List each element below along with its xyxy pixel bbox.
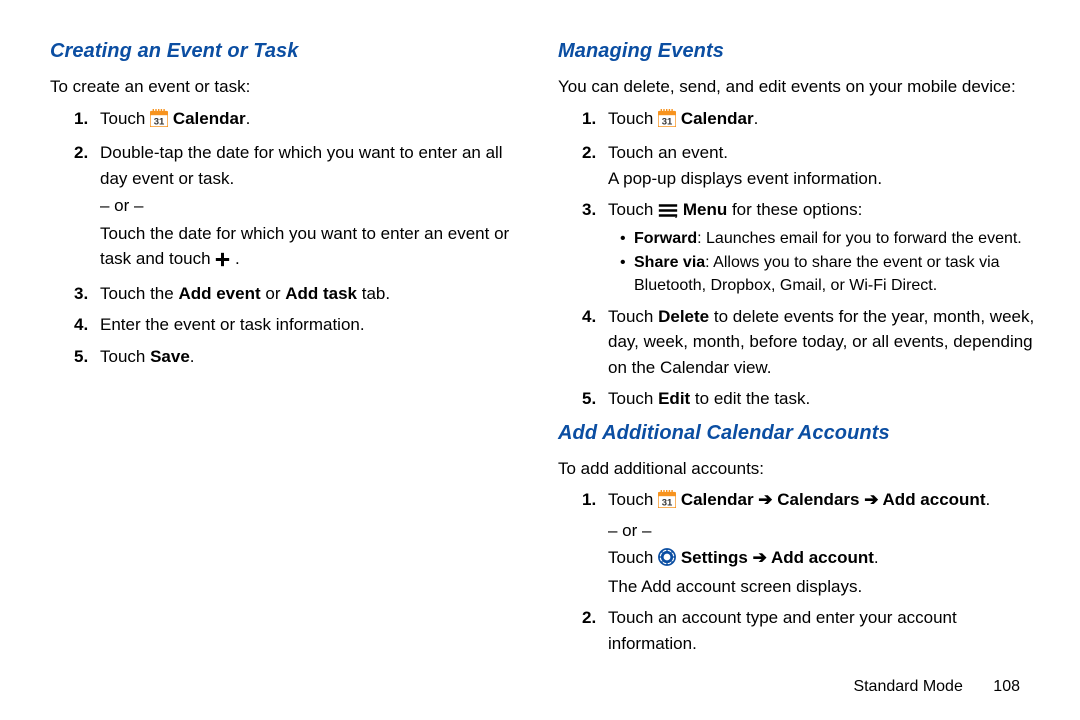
right-step-3: 3. Touch Menu for these options: Forward… (582, 197, 1040, 298)
save-label: Save (150, 347, 190, 366)
settings-icon (658, 548, 676, 574)
text: Touch (608, 389, 658, 408)
or-separator: – or – (100, 193, 532, 219)
delete-label: Delete (658, 307, 709, 326)
intro-right-1: You can delete, send, and edit events on… (558, 74, 1040, 100)
text: Enter the event or task information. (100, 315, 365, 334)
text: Touch an account type and enter your acc… (608, 608, 957, 653)
text: Touch (608, 490, 658, 509)
right-step-1: 1. Touch Calendar. (582, 106, 1040, 135)
right-column: Managing Events You can delete, send, an… (552, 36, 1040, 720)
add-event-label: Add event (178, 284, 260, 303)
step-number: 3. (582, 197, 596, 223)
text: Touch (608, 200, 658, 219)
calendar-icon (658, 109, 676, 135)
calendar-icon (150, 109, 168, 135)
add-task-label: Add task (285, 284, 357, 303)
text: Touch the (100, 284, 178, 303)
left-column: Creating an Event or Task To create an e… (50, 36, 552, 720)
intro-left: To create an event or task: (50, 74, 532, 100)
text: . (754, 109, 759, 128)
text: Touch (608, 109, 658, 128)
text: Touch (608, 548, 658, 567)
heading-managing: Managing Events (558, 36, 1040, 66)
calendar-label: Calendar (681, 109, 754, 128)
text: Touch the date for which you want to ent… (100, 224, 509, 269)
forward-label: Forward (634, 230, 697, 247)
left-step-4: 4. Enter the event or task information. (74, 312, 532, 338)
text: Touch an event. (608, 143, 728, 162)
step-number: 1. (582, 487, 596, 513)
accounts-step-1: 1. Touch Calendar ➔ Calendars ➔ Add acco… (582, 487, 1040, 599)
step-number: 5. (74, 344, 88, 370)
step-number: 1. (582, 106, 596, 132)
text: . (235, 249, 240, 268)
text: . (985, 490, 990, 509)
calendar-icon (658, 490, 676, 516)
menu-label: Menu (683, 200, 727, 219)
right-step-5: 5. Touch Edit to edit the task. (582, 386, 1040, 412)
heading-add-accounts: Add Additional Calendar Accounts (558, 418, 1040, 448)
step-number: 2. (582, 605, 596, 631)
step-number: 2. (582, 140, 596, 166)
text: Touch (100, 109, 150, 128)
text: for these options: (727, 200, 862, 219)
left-step-1: 1. Touch Calendar. (74, 106, 532, 135)
intro-right-2: To add additional accounts: (558, 456, 1040, 482)
page-footer: Standard Mode 108 (853, 678, 1020, 696)
step-number: 4. (582, 304, 596, 330)
substep-text: A pop-up displays event information. (608, 166, 1040, 192)
heading-creating: Creating an Event or Task (50, 36, 532, 66)
text: or (261, 284, 286, 303)
edit-label: Edit (658, 389, 690, 408)
step-number: 2. (74, 140, 88, 166)
footer-mode: Standard Mode (853, 678, 962, 695)
text: tab. (357, 284, 390, 303)
text: . (874, 548, 879, 567)
step-number: 5. (582, 386, 596, 412)
text: . (246, 109, 251, 128)
text: Double-tap the date for which you want t… (100, 143, 503, 188)
text: Touch (608, 307, 658, 326)
left-step-3: 3. Touch the Add event or Add task tab. (74, 281, 532, 307)
text: : Launches email for you to forward the … (697, 230, 1022, 247)
bullet-share: Share via: Allows you to share the event… (620, 252, 1040, 297)
right-step-2: 2. Touch an event. A pop-up displays eve… (582, 140, 1040, 191)
text: to edit the task. (690, 389, 810, 408)
or-separator: – or – (608, 518, 1040, 544)
text: Touch (100, 347, 150, 366)
bullet-forward: Forward: Launches email for you to forwa… (620, 228, 1040, 251)
text: . (190, 347, 195, 366)
share-label: Share via (634, 254, 705, 271)
step-number: 1. (74, 106, 88, 132)
calendar-label: Calendar (173, 109, 246, 128)
substep-text: The Add account screen displays. (608, 574, 1040, 600)
settings-path-label: Settings ➔ Add account (681, 548, 874, 567)
step-number: 3. (74, 281, 88, 307)
calendar-path-label: Calendar ➔ Calendars ➔ Add account (681, 490, 986, 509)
left-step-5: 5. Touch Save. (74, 344, 532, 370)
left-step-2: 2. Double-tap the date for which you wan… (74, 140, 532, 275)
step-number: 4. (74, 312, 88, 338)
right-step-4: 4. Touch Delete to delete events for the… (582, 304, 1040, 381)
menu-icon (658, 200, 678, 226)
footer-page-number: 108 (993, 678, 1020, 695)
plus-icon (215, 249, 230, 275)
accounts-step-2: 2. Touch an account type and enter your … (582, 605, 1040, 656)
